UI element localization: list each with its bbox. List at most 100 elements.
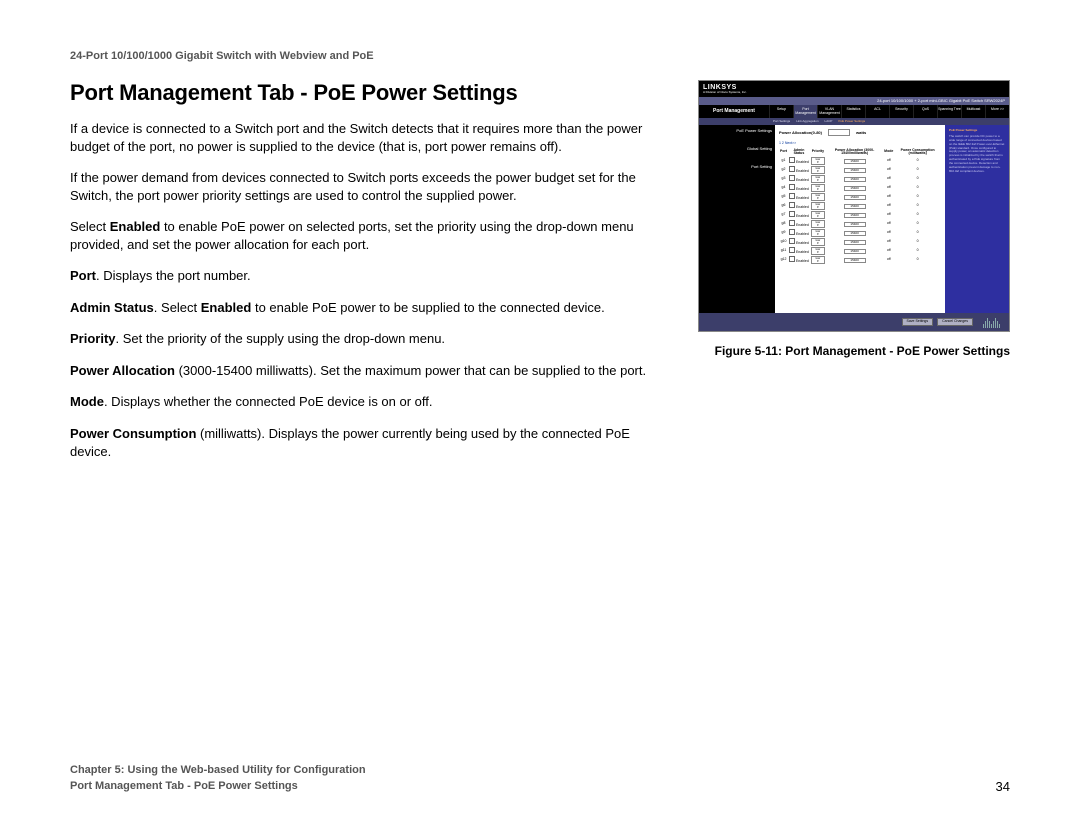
cell-status[interactable]: Enabled bbox=[788, 220, 810, 229]
cell-cons: 0 bbox=[894, 256, 941, 265]
cell-status[interactable]: Enabled bbox=[788, 184, 810, 193]
cell-mode: off bbox=[883, 157, 894, 166]
footer-section: Port Management Tab - PoE Power Settings bbox=[70, 779, 366, 794]
cell-cons: 0 bbox=[894, 166, 941, 175]
cell-priority[interactable]: low ▾ bbox=[810, 256, 826, 265]
cell-port: g9 bbox=[779, 229, 788, 238]
cell-status[interactable]: Enabled bbox=[788, 238, 810, 247]
cell-port: g2 bbox=[779, 166, 788, 175]
nav-tab[interactable]: ACL bbox=[865, 105, 889, 118]
paragraph-mode: Mode. Displays whether the connected PoE… bbox=[70, 393, 674, 411]
cell-mode: off bbox=[883, 247, 894, 256]
cell-priority[interactable]: low ▾ bbox=[810, 175, 826, 184]
cell-cons: 0 bbox=[894, 202, 941, 211]
cancel-changes-button[interactable]: Cancel Changes bbox=[937, 318, 973, 326]
cell-priority[interactable]: low ▾ bbox=[810, 166, 826, 175]
cell-status[interactable]: Enabled bbox=[788, 229, 810, 238]
cell-port: g4 bbox=[779, 184, 788, 193]
table-header: Power Allocation (3000-15400milliwatts) bbox=[826, 148, 883, 157]
cell-cons: 0 bbox=[894, 193, 941, 202]
cell-mode: off bbox=[883, 175, 894, 184]
cell-alloc[interactable]: 15400 bbox=[826, 166, 883, 175]
cell-priority[interactable]: low ▾ bbox=[810, 211, 826, 220]
cell-alloc[interactable]: 15400 bbox=[826, 238, 883, 247]
cell-alloc[interactable]: 15400 bbox=[826, 202, 883, 211]
cell-status[interactable]: Enabled bbox=[788, 175, 810, 184]
cell-status[interactable]: Enabled bbox=[788, 193, 810, 202]
cell-alloc[interactable]: 15400 bbox=[826, 229, 883, 238]
nav-tab[interactable]: Multicast bbox=[961, 105, 985, 118]
figure-help-panel: PoE Power Settings The switch can provid… bbox=[945, 125, 1009, 313]
nav-tab[interactable]: Spanning Tree bbox=[937, 105, 961, 118]
cell-cons: 0 bbox=[894, 184, 941, 193]
page-number: 34 bbox=[996, 779, 1010, 794]
nav-tab[interactable]: Security bbox=[889, 105, 913, 118]
paragraph-enable: Select Enabled to enable PoE power on se… bbox=[70, 218, 674, 253]
nav-tab[interactable]: QoS bbox=[913, 105, 937, 118]
paragraph-admin-status: Admin Status. Select Enabled to enable P… bbox=[70, 299, 674, 317]
cell-alloc[interactable]: 15400 bbox=[826, 157, 883, 166]
paragraph-priority: Priority. Set the priority of the supply… bbox=[70, 330, 674, 348]
product-header: 24-Port 10/100/1000 Gigabit Switch with … bbox=[70, 50, 1010, 62]
subnav-item[interactable]: Link Aggregation bbox=[796, 120, 818, 123]
cell-priority[interactable]: low ▾ bbox=[810, 202, 826, 211]
nav-tab[interactable]: More >> bbox=[985, 105, 1009, 118]
cell-port: g8 bbox=[779, 220, 788, 229]
cell-priority[interactable]: low ▾ bbox=[810, 247, 826, 256]
cell-port: g7 bbox=[779, 211, 788, 220]
help-title: PoE Power Settings bbox=[949, 129, 1005, 133]
cell-status[interactable]: Enabled bbox=[788, 157, 810, 166]
cell-alloc[interactable]: 15400 bbox=[826, 256, 883, 265]
cell-alloc[interactable]: 15400 bbox=[826, 184, 883, 193]
cell-alloc[interactable]: 15400 bbox=[826, 220, 883, 229]
cell-status[interactable]: Enabled bbox=[788, 256, 810, 265]
cell-mode: off bbox=[883, 202, 894, 211]
figure-screenshot: LINKSYS A Division of Cisco Systems, Inc… bbox=[698, 80, 1010, 332]
cell-priority[interactable]: low ▾ bbox=[810, 220, 826, 229]
subnav-item[interactable]: Port Settings bbox=[773, 120, 790, 123]
alloc-input[interactable] bbox=[828, 129, 850, 136]
save-settings-button[interactable]: Save Settings bbox=[902, 318, 934, 326]
figure-body: PoE Power Settings Global Setting Port S… bbox=[699, 125, 1009, 313]
cell-status[interactable]: Enabled bbox=[788, 211, 810, 220]
global-alloc-row: Power Allocation(0-80) watts bbox=[779, 129, 941, 136]
figure-titlebar: 24-port 10/100/1000 + 2-port mini-GBIC G… bbox=[699, 97, 1009, 105]
cell-cons: 0 bbox=[894, 157, 941, 166]
table-pager[interactable]: 1 2 Next>> bbox=[779, 142, 941, 146]
nav-tab[interactable]: Port Management bbox=[793, 105, 817, 118]
cell-alloc[interactable]: 15400 bbox=[826, 193, 883, 202]
nav-tab[interactable]: Statistics bbox=[841, 105, 865, 118]
cell-priority[interactable]: low ▾ bbox=[810, 157, 826, 166]
cell-priority[interactable]: low ▾ bbox=[810, 184, 826, 193]
help-text: The switch can provide DC power to a wid… bbox=[949, 135, 1005, 174]
nav-tab[interactable]: Setup bbox=[769, 105, 793, 118]
cell-mode: off bbox=[883, 211, 894, 220]
page-footer: Chapter 5: Using the Web-based Utility f… bbox=[70, 763, 1010, 794]
cell-alloc[interactable]: 15400 bbox=[826, 211, 883, 220]
cell-priority[interactable]: low ▾ bbox=[810, 238, 826, 247]
cell-cons: 0 bbox=[894, 220, 941, 229]
cell-mode: off bbox=[883, 229, 894, 238]
nav-tab[interactable]: VLAN Management bbox=[817, 105, 841, 118]
cell-priority[interactable]: low ▾ bbox=[810, 229, 826, 238]
cell-status[interactable]: Enabled bbox=[788, 247, 810, 256]
cell-status[interactable]: Enabled bbox=[788, 166, 810, 175]
cell-status[interactable]: Enabled bbox=[788, 202, 810, 211]
table-header: Mode bbox=[883, 148, 894, 157]
cell-alloc[interactable]: 15400 bbox=[826, 175, 883, 184]
figure-side-labels: PoE Power Settings Global Setting Port S… bbox=[699, 125, 775, 313]
cell-priority[interactable]: low ▾ bbox=[810, 193, 826, 202]
cell-mode: off bbox=[883, 220, 894, 229]
cell-alloc[interactable]: 15400 bbox=[826, 247, 883, 256]
figure-brand-bar: LINKSYS A Division of Cisco Systems, Inc… bbox=[699, 81, 1009, 97]
subnav-item[interactable]: PoE Power Settings bbox=[838, 120, 865, 123]
table-header: Admin Status bbox=[788, 148, 810, 157]
figure-footer: Save Settings Cancel Changes bbox=[699, 313, 1009, 331]
cell-cons: 0 bbox=[894, 238, 941, 247]
cell-mode: off bbox=[883, 238, 894, 247]
page: 24-Port 10/100/1000 Gigabit Switch with … bbox=[0, 0, 1080, 834]
cell-cons: 0 bbox=[894, 211, 941, 220]
table-header: Power Consumption (milliwatts) bbox=[894, 148, 941, 157]
figure-column: LINKSYS A Division of Cisco Systems, Inc… bbox=[698, 80, 1010, 474]
subnav-item[interactable]: LACP bbox=[825, 120, 833, 123]
